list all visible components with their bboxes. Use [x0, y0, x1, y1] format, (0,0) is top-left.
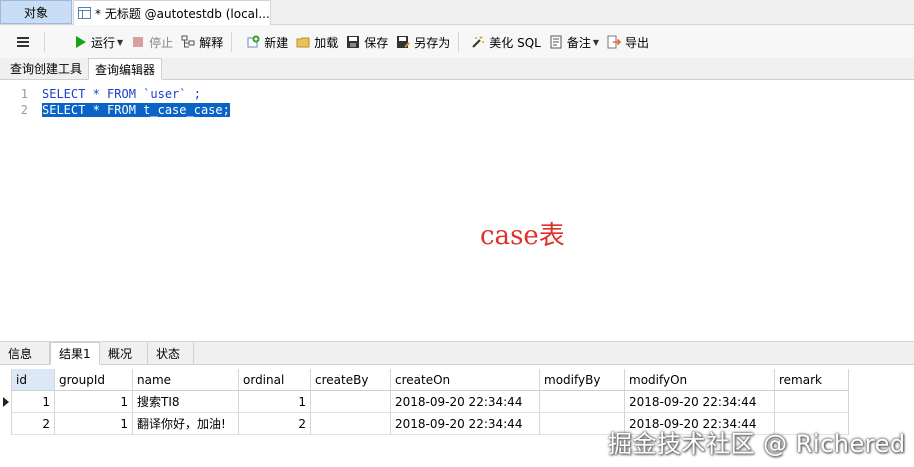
- beautify-sql-label: 美化 SQL: [489, 35, 541, 50]
- save-icon: [347, 36, 360, 48]
- tab-query-label: * 无标题 @autotestdb (local...: [95, 6, 270, 21]
- cell-id[interactable]: 2: [12, 413, 55, 435]
- run-label: 运行: [91, 35, 116, 50]
- table-row[interactable]: 1 1 搜索TI8 1 2018-09-20 22:34:44 2018-09-…: [0, 391, 850, 413]
- cell-id[interactable]: 1: [12, 391, 55, 413]
- toolbar-separator: [44, 32, 45, 52]
- explain-label: 解释: [199, 35, 224, 50]
- folder-icon: [296, 37, 310, 48]
- cell-createby[interactable]: [311, 391, 391, 413]
- export-label: 导出: [625, 35, 650, 50]
- cell-createby[interactable]: [311, 413, 391, 435]
- cell-createon[interactable]: 2018-09-20 22:34:44: [391, 413, 540, 435]
- cell-modifyby[interactable]: [540, 391, 625, 413]
- note-button[interactable]: 备注 ▼: [545, 30, 603, 54]
- line-number: 1: [20, 87, 28, 101]
- beautify-sql-button[interactable]: 美化 SQL: [467, 30, 545, 54]
- sql-editor[interactable]: 1 SELECT * FROM `user` ; 2 SELECT * FROM…: [0, 80, 914, 336]
- current-row-arrow-icon: [3, 397, 9, 407]
- document-tab-bar: 对象 * 无标题 @autotestdb (local...: [0, 0, 914, 25]
- selected-sql-code-line: SELECT * FROM t_case_case;: [42, 103, 230, 117]
- load-label: 加载: [314, 35, 339, 50]
- chevron-down-icon[interactable]: ▼: [593, 38, 599, 47]
- new-button[interactable]: 新建: [242, 30, 292, 54]
- column-header-name[interactable]: name: [133, 369, 239, 391]
- hamburger-icon: [17, 37, 29, 47]
- query-table-icon: [78, 7, 91, 19]
- column-header-id[interactable]: id: [12, 369, 55, 391]
- column-header-modifyon[interactable]: modifyOn: [625, 369, 775, 391]
- line-number: 2: [20, 103, 28, 117]
- row-indicator: [0, 391, 12, 413]
- cell-modifyon[interactable]: 2018-09-20 22:34:44: [625, 391, 775, 413]
- explain-button[interactable]: 解释: [177, 30, 227, 54]
- play-icon: [76, 36, 86, 48]
- save-as-button[interactable]: 另存为: [392, 30, 454, 54]
- run-button[interactable]: 运行 ▼: [69, 30, 127, 54]
- editor-mode-tabs: 查询创建工具 查询编辑器: [0, 58, 914, 80]
- column-header-createby[interactable]: createBy: [311, 369, 391, 391]
- cell-groupid[interactable]: 1: [55, 391, 133, 413]
- tab-objects[interactable]: 对象: [0, 0, 72, 24]
- note-label: 备注: [566, 35, 591, 50]
- query-toolbar: 运行 ▼ 停止 解释 新建 加载 保存 另存为 美化 SQL 备注 ▼ 导出: [0, 25, 914, 59]
- export-icon: [607, 35, 622, 49]
- save-as-label: 另存为: [414, 35, 451, 50]
- cell-ordinal[interactable]: 1: [239, 391, 311, 413]
- export-button[interactable]: 导出: [603, 30, 653, 54]
- editor-line: 2 SELECT * FROM t_case_case;: [0, 102, 230, 118]
- new-query-icon: [247, 35, 260, 48]
- editor-line: 1 SELECT * FROM `user` ;: [0, 86, 201, 102]
- tab-status-label: 状态: [156, 346, 181, 361]
- tab-profile[interactable]: 概况: [100, 342, 148, 364]
- tab-query-editor-label: 查询编辑器: [95, 62, 156, 77]
- save-button[interactable]: 保存: [342, 30, 392, 54]
- cell-name[interactable]: 翻译你好，加油!: [133, 413, 239, 435]
- cell-name[interactable]: 搜索TI8: [133, 391, 239, 413]
- tab-profile-label: 概况: [108, 346, 133, 361]
- grid-header-row: id groupId name ordinal createBy createO…: [0, 369, 850, 391]
- cell-ordinal[interactable]: 2: [239, 413, 311, 435]
- cell-createon[interactable]: 2018-09-20 22:34:44: [391, 391, 540, 413]
- tab-result-1[interactable]: 结果1: [50, 342, 100, 365]
- annotation-text: case表: [480, 221, 565, 251]
- tab-info[interactable]: 信息: [0, 342, 50, 364]
- column-header-ordinal[interactable]: ordinal: [239, 369, 311, 391]
- tab-query-builder[interactable]: 查询创建工具: [4, 58, 88, 79]
- stop-icon: [133, 37, 144, 47]
- column-header-createon[interactable]: createOn: [391, 369, 540, 391]
- column-header-groupid[interactable]: groupId: [55, 369, 133, 391]
- save-as-icon: [397, 36, 410, 48]
- magic-wand-icon: [472, 36, 485, 48]
- sql-code-line: SELECT * FROM `user` ;: [42, 87, 201, 101]
- watermark-text: 掘金技术社区 @ Richered: [608, 430, 906, 458]
- stop-label: 停止: [149, 35, 174, 50]
- chevron-down-icon[interactable]: ▼: [117, 38, 123, 47]
- tab-query-builder-label: 查询创建工具: [10, 62, 83, 76]
- cell-remark[interactable]: [775, 391, 849, 413]
- row-indicator-header: [0, 369, 12, 391]
- note-icon: [550, 35, 562, 49]
- row-indicator: [0, 413, 12, 435]
- result-tabs: 信息 结果1 概况 状态: [0, 341, 914, 365]
- tab-query-editor[interactable]: 查询编辑器: [88, 58, 163, 80]
- tab-status[interactable]: 状态: [148, 342, 194, 364]
- explain-icon: [181, 35, 195, 48]
- tab-result-1-label: 结果1: [59, 347, 91, 361]
- new-label: 新建: [264, 35, 289, 50]
- cell-groupid[interactable]: 1: [55, 413, 133, 435]
- column-header-modifyby[interactable]: modifyBy: [540, 369, 625, 391]
- tab-info-label: 信息: [8, 346, 33, 361]
- tab-objects-label: 对象: [23, 5, 48, 20]
- save-label: 保存: [364, 35, 389, 50]
- load-button[interactable]: 加载: [292, 30, 342, 54]
- stop-button[interactable]: 停止: [127, 30, 177, 54]
- menu-button[interactable]: [0, 30, 40, 54]
- column-header-remark[interactable]: remark: [775, 369, 849, 391]
- toolbar-separator: [458, 32, 460, 52]
- tab-query[interactable]: * 无标题 @autotestdb (local...: [73, 0, 271, 25]
- toolbar-separator: [231, 32, 233, 52]
